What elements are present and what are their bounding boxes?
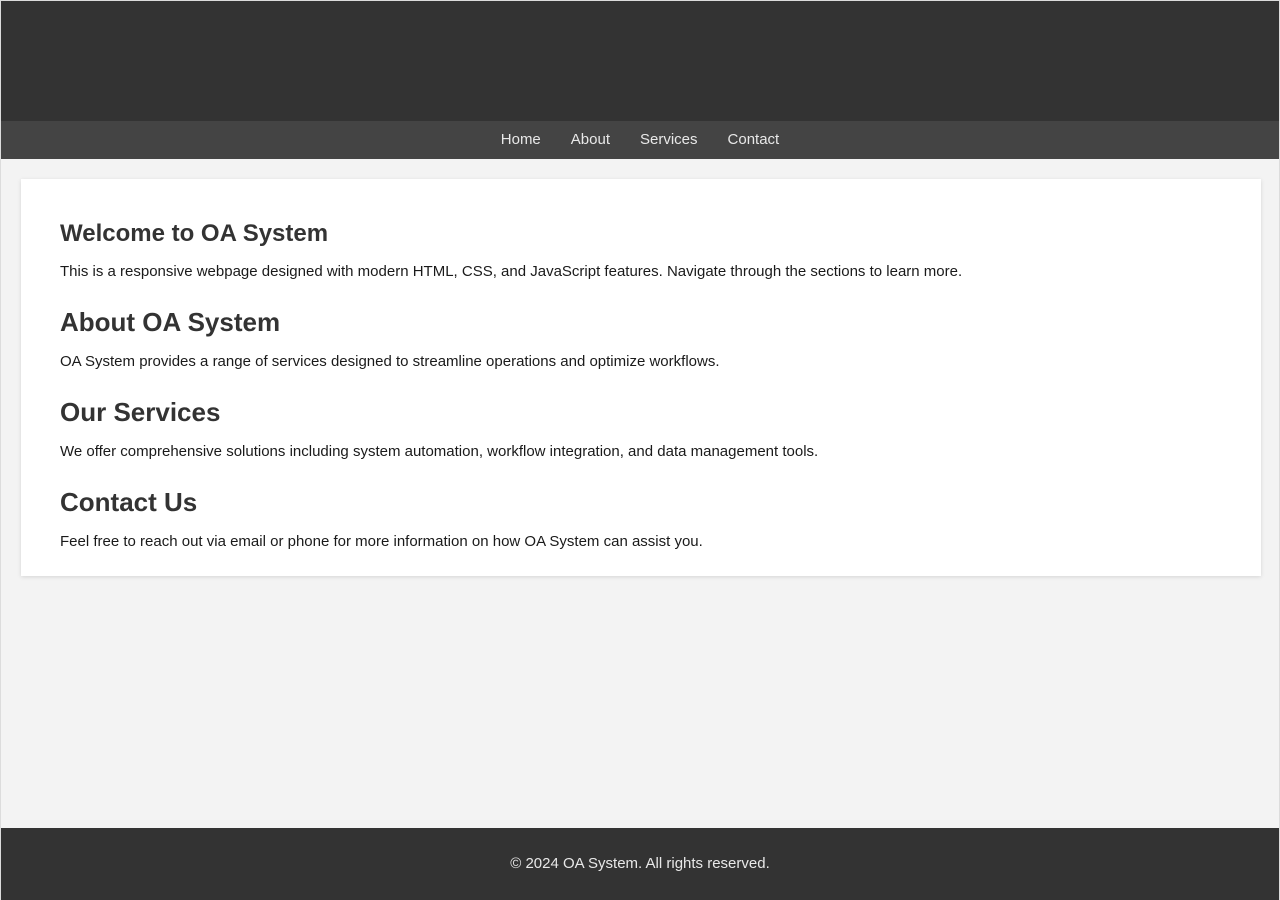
content-card: Welcome to OA System This is a responsiv…: [21, 179, 1261, 577]
nav-item-home[interactable]: Home: [486, 121, 556, 159]
main-navigation: Home About Services Contact: [1, 121, 1279, 159]
about-paragraph: OA System provides a range of services d…: [60, 352, 720, 370]
section-about: About OA System OA System provides a ran…: [41, 306, 1241, 372]
about-heading: About OA System: [60, 306, 281, 337]
welcome-heading: Welcome to OA System: [60, 220, 329, 247]
site-footer: © 2024 OA System. All rights reserved.: [1, 828, 1279, 900]
section-welcome: Welcome to OA System This is a responsiv…: [41, 220, 1241, 282]
contact-heading: Contact Us: [60, 487, 198, 518]
welcome-paragraph: This is a responsive webpage designed wi…: [60, 262, 963, 280]
nav-item-about[interactable]: About: [556, 121, 625, 159]
browser-viewport: Home About Services Contact Welcome to O…: [0, 0, 1280, 900]
main-content-area: Welcome to OA System This is a responsiv…: [1, 159, 1279, 828]
services-heading: Our Services: [60, 396, 221, 427]
contact-paragraph: Feel free to reach out via email or phon…: [60, 533, 703, 551]
services-paragraph: We offer comprehensive solutions includi…: [60, 442, 819, 460]
site-header: [1, 1, 1279, 121]
nav-item-services[interactable]: Services: [625, 121, 713, 159]
nav-item-contact[interactable]: Contact: [713, 121, 795, 159]
section-contact: Contact Us Feel free to reach out via em…: [41, 487, 1241, 552]
section-services: Our Services We offer comprehensive solu…: [41, 396, 1241, 462]
footer-copyright: © 2024 OA System. All rights reserved.: [510, 855, 770, 872]
